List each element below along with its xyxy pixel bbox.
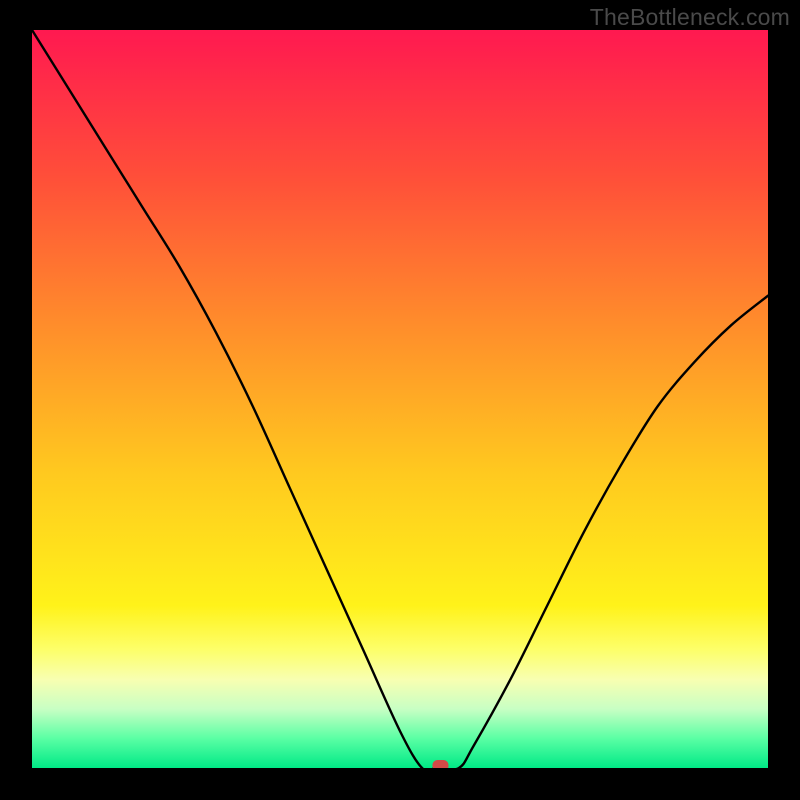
gradient-background (32, 30, 768, 768)
plot-area (32, 30, 768, 768)
chart-svg (32, 30, 768, 768)
minimum-marker (432, 760, 448, 768)
watermark-text: TheBottleneck.com (590, 4, 790, 31)
chart-frame: TheBottleneck.com (0, 0, 800, 800)
